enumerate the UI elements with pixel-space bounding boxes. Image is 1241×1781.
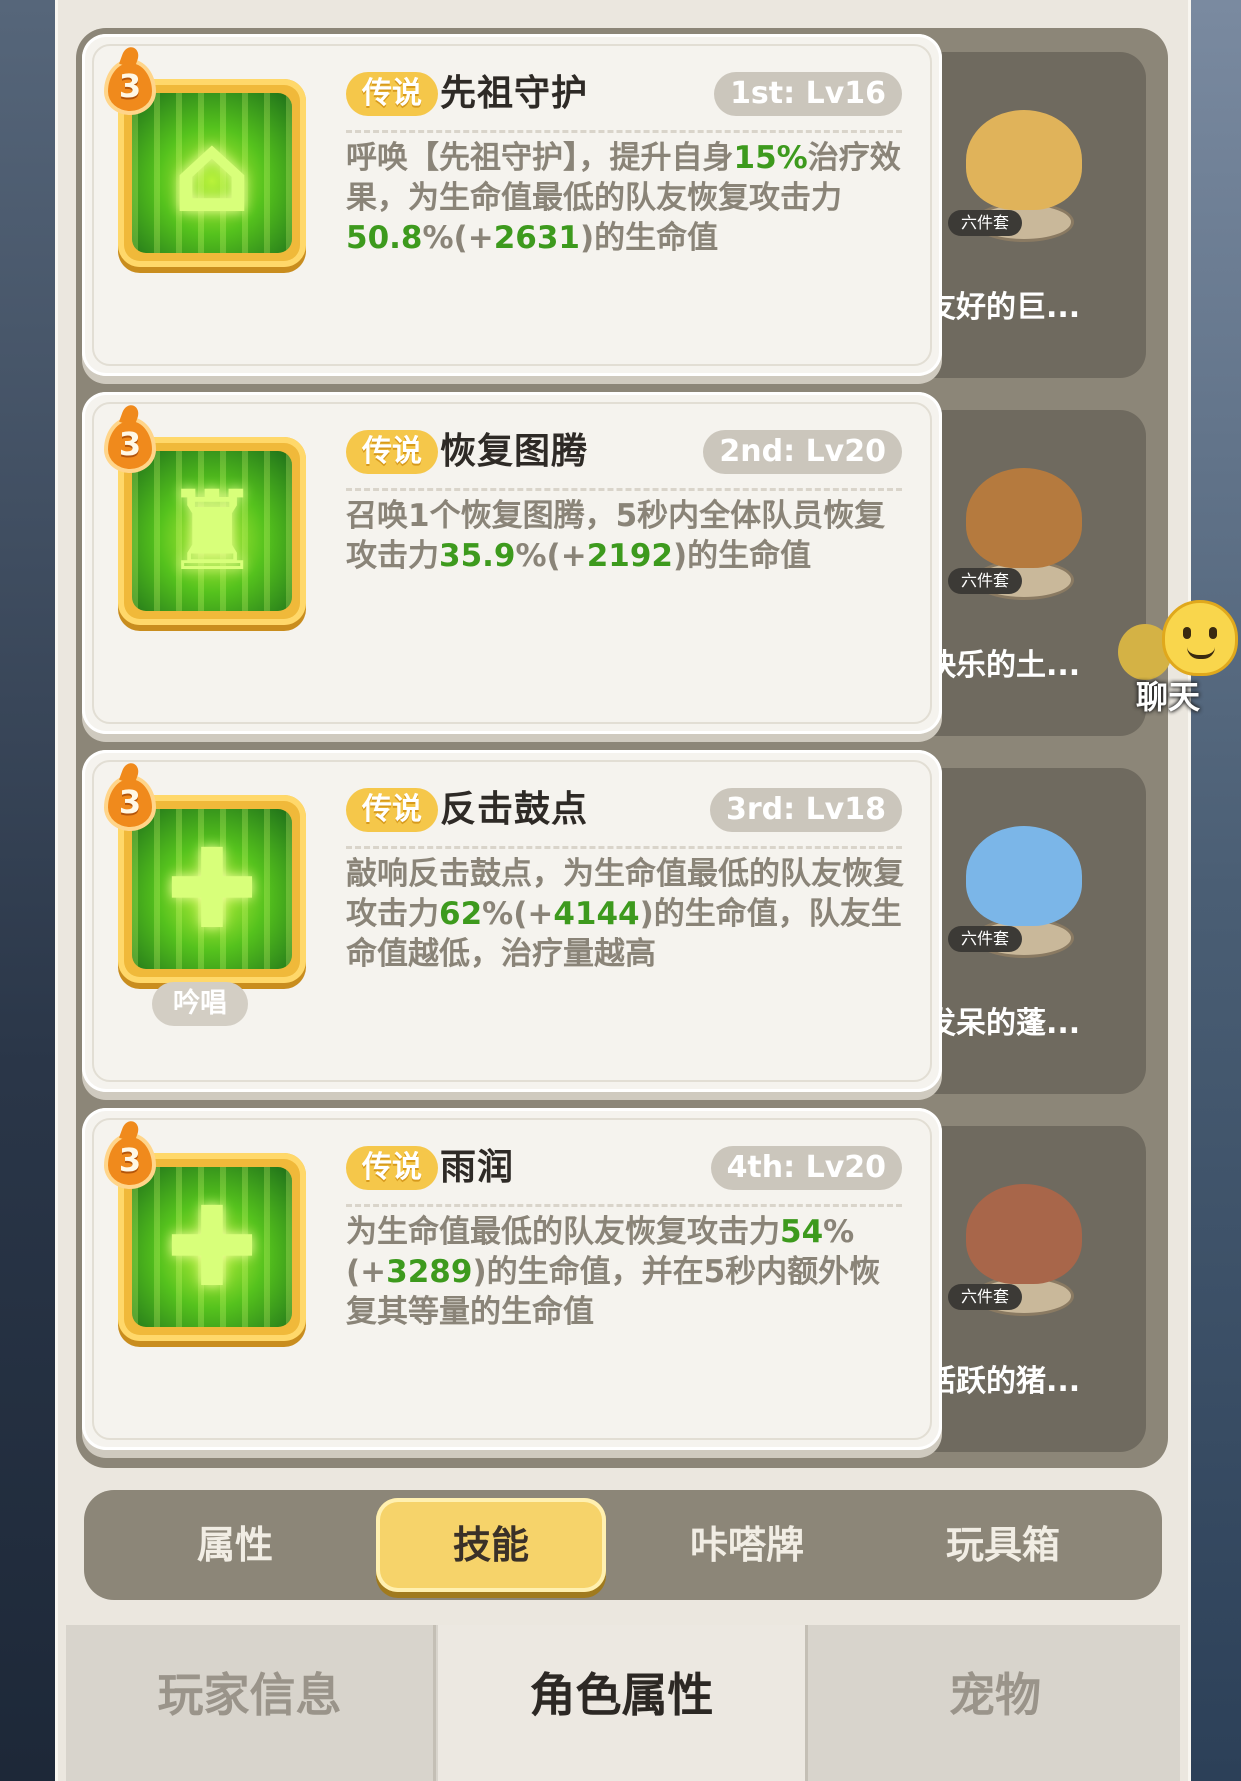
tab-player-info[interactable]: 玩家信息 [66,1625,436,1781]
rain-heal-icon: ✚ [132,1167,292,1327]
skill-row: 六件套 发呆的蓬... ✚ 3 传说 反击鼓点 3rd: Lv18 敲响反击鼓点… [76,750,1168,1100]
divider [346,1204,902,1207]
divider [346,488,902,491]
recovery-totem-icon: ♜ [132,451,292,611]
smiley-icon [1162,600,1238,676]
pet-name: 发呆的蓬... [926,1006,1081,1041]
tab-skills[interactable]: 技能 [376,1498,606,1592]
counter-drum-icon: ✚ [132,809,292,969]
skill-level-badge: 3 [104,417,156,473]
chat-label: 聊天 [1136,678,1201,716]
skill-name: 先祖守护 [440,73,589,114]
skill-name: 恢复图腾 [440,431,589,472]
skill-description: 敲响反击鼓点，为生命值最低的队友恢复攻击力62%(+4144)的生命值，队友生命… [346,856,904,972]
divider [346,130,902,133]
set-tag: 六件套 [948,210,1022,236]
skill-name: 雨润 [440,1147,515,1188]
character-panel: 六件套 友好的巨... ⌂ 3 传说 先祖守护 1st: Lv16 呼唤【先祖守… [55,0,1191,1781]
skill-row: 六件套 友好的巨... ⌂ 3 传说 先祖守护 1st: Lv16 呼唤【先祖守… [76,34,1168,384]
rarity-badge: 传说 [346,72,438,116]
skill-card[interactable]: ♜ 3 传说 恢复图腾 2nd: Lv20 召唤1个恢复图腾，5秒内全体队员恢复… [82,392,942,734]
skill-card[interactable]: ✚ 3 传说 雨润 4th: Lv20 为生命值最低的队友恢复攻击力54%(+3… [82,1108,942,1450]
ancestor-guard-icon: ⌂ [132,93,292,253]
pet-slot[interactable]: 六件套 快乐的土... [906,410,1146,736]
skill-card[interactable]: ⌂ 3 传说 先祖守护 1st: Lv16 呼唤【先祖守护】，提升自身15%治疗… [82,34,942,376]
skill-card[interactable]: ✚ 3 传说 反击鼓点 3rd: Lv18 敲响反击鼓点，为生命值最低的队友恢复… [82,750,942,1092]
tab-character-attributes[interactable]: 角色属性 [438,1625,808,1781]
skill-level-badge: 3 [104,59,156,115]
skill-row: 六件套 活跃的猪... ✚ 3 传说 雨润 4th: Lv20 为生命值最低的队… [76,1108,1168,1458]
skill-level-badge: 3 [104,1133,156,1189]
slot-level-badge: 3rd: Lv18 [709,788,902,832]
tab-cards[interactable]: 咔嗒牌 [632,1498,862,1592]
tab-pets[interactable]: 宠物 [810,1625,1180,1781]
rarity-badge: 传说 [346,430,438,474]
background-left [0,0,60,1781]
skill-description: 呼唤【先祖守护】，提升自身15%治疗效果，为生命值最低的队友恢复攻击力50.8%… [346,140,901,256]
divider [346,846,902,849]
rarity-badge: 传说 [346,788,438,832]
set-tag: 六件套 [948,1284,1022,1310]
pet-name: 友好的巨... [926,290,1081,325]
rarity-badge: 传说 [346,1146,438,1190]
slot-level-badge: 2nd: Lv20 [703,430,902,474]
bottom-navigation: 玩家信息 角色属性 宠物 [66,1625,1180,1781]
pet-slot[interactable]: 六件套 友好的巨... [906,52,1146,378]
pet-slot[interactable]: 六件套 活跃的猪... [906,1126,1146,1452]
skill-row: 六件套 快乐的土... ♜ 3 传说 恢复图腾 2nd: Lv20 召唤1个恢复… [76,392,1168,742]
tab-attributes[interactable]: 属性 [120,1498,350,1592]
chat-button[interactable]: 聊天 [1118,600,1238,716]
tab-toybox[interactable]: 玩具箱 [888,1498,1118,1592]
skill-description: 为生命值最低的队友恢复攻击力54%(+3289)的生命值，并在5秒内额外恢复其等… [346,1214,881,1330]
set-tag: 六件套 [948,568,1022,594]
character-subtabs: 属性 技能 咔嗒牌 玩具箱 [84,1490,1162,1600]
pet-slot[interactable]: 六件套 发呆的蓬... [906,768,1146,1094]
skill-name: 反击鼓点 [440,789,589,830]
skill-list[interactable]: 六件套 友好的巨... ⌂ 3 传说 先祖守护 1st: Lv16 呼唤【先祖守… [76,28,1168,1468]
pet-name: 快乐的土... [926,648,1081,683]
chant-tag: 吟唱 [152,982,248,1026]
skill-description: 召唤1个恢复图腾，5秒内全体队员恢复攻击力35.9%(+2192)的生命值 [346,498,886,574]
pet-name: 活跃的猪... [926,1364,1081,1399]
skill-level-badge: 3 [104,775,156,831]
set-tag: 六件套 [948,926,1022,952]
slot-level-badge: 4th: Lv20 [710,1146,902,1190]
slot-level-badge: 1st: Lv16 [714,72,902,116]
